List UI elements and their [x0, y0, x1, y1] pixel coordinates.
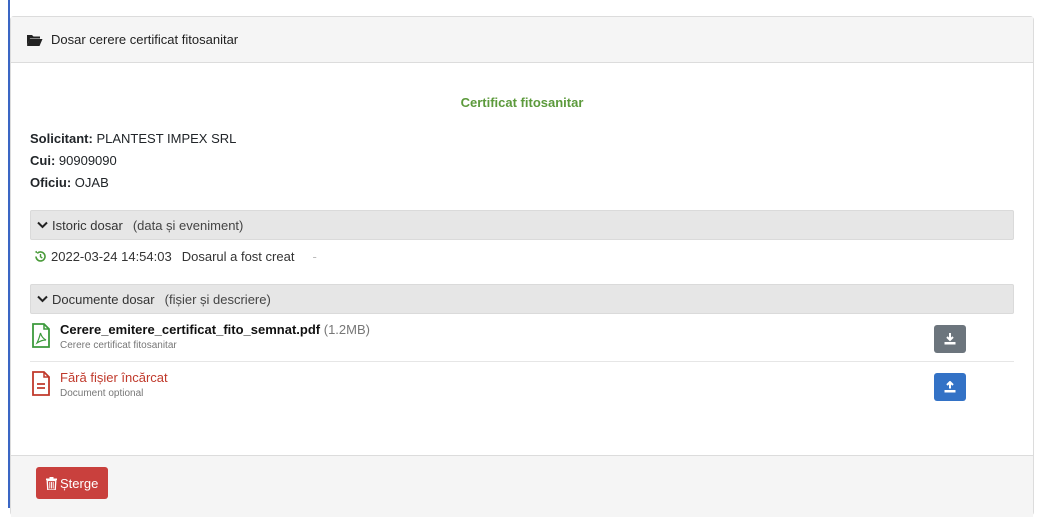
document-missing-label: Fără fișier încărcat — [60, 370, 168, 385]
cui-label: Cui: — [30, 153, 56, 168]
documents-sublabel: (fișier și descriere) — [164, 291, 271, 307]
panel-body: Certificat fitosanitar Solicitant: PLANT… — [11, 63, 1033, 410]
document-info: Fără fișier încărcat Document optional — [60, 370, 168, 399]
document-description: Cerere certificat fitosanitar — [60, 340, 177, 351]
cui-value: 90909090 — [58, 153, 117, 168]
document-filename-link[interactable]: Cerere_emitere_certificat_fito_semnat.pd… — [60, 322, 320, 337]
solicitant-label: Solicitant: — [30, 131, 93, 146]
delete-label: Șterge — [60, 475, 99, 491]
documents-section-toggle[interactable]: Documente dosar (fișier și descriere) — [30, 284, 1014, 314]
document-missing-icon — [32, 371, 50, 396]
documents-label: Documente dosar — [52, 291, 155, 307]
solicitant-value: PLANTEST IMPEX SRL — [96, 131, 237, 146]
document-row: Cerere_emitere_certificat_fito_semnat.pd… — [30, 314, 1014, 362]
oficiu-value: OJAB — [74, 175, 109, 190]
document-description: Document optional — [60, 388, 144, 399]
document-size: (1.2MB) — [323, 322, 370, 337]
panel-title: Dosar cerere certificat fitosanitar — [51, 32, 239, 47]
history-extra: - — [312, 248, 317, 264]
trash-icon — [46, 476, 57, 490]
document-row: Fără fișier încărcat Document optional — [30, 362, 1014, 410]
history-event: Dosarul a fost creat — [181, 248, 295, 264]
folder-open-icon — [27, 34, 43, 46]
cui-line: Cui: 90909090 — [30, 150, 1014, 172]
delete-button[interactable]: Șterge — [36, 467, 109, 499]
document-info: Cerere_emitere_certificat_fito_semnat.pd… — [60, 322, 370, 351]
dossier-panel: Dosar cerere certificat fitosanitar Cert… — [10, 16, 1034, 517]
chevron-down-icon — [37, 221, 48, 229]
history-section-toggle[interactable]: Istoric dosar (data și eveniment) — [30, 210, 1014, 240]
history-timestamp: 2022-03-24 14:54:03 — [51, 248, 172, 264]
pdf-file-icon — [32, 323, 50, 348]
history-sublabel: (data și eveniment) — [132, 217, 244, 233]
certificate-title: Certificat fitosanitar — [460, 95, 584, 110]
frame-top — [0, 0, 1052, 8]
history-label: Istoric dosar — [52, 217, 123, 233]
upload-button[interactable] — [934, 373, 966, 401]
download-button[interactable] — [934, 325, 966, 353]
oficiu-label: Oficiu: — [30, 175, 72, 190]
panel-heading: Dosar cerere certificat fitosanitar — [11, 17, 1033, 63]
history-entry: 2022-03-24 14:54:03 Dosarul a fost creat… — [30, 240, 1014, 272]
oficiu-line: Oficiu: OJAB — [30, 172, 1014, 194]
history-icon — [34, 250, 46, 262]
download-icon — [944, 333, 956, 345]
solicitant-line: Solicitant: PLANTEST IMPEX SRL — [30, 128, 1014, 150]
upload-icon — [944, 381, 956, 393]
chevron-down-icon — [37, 295, 48, 303]
